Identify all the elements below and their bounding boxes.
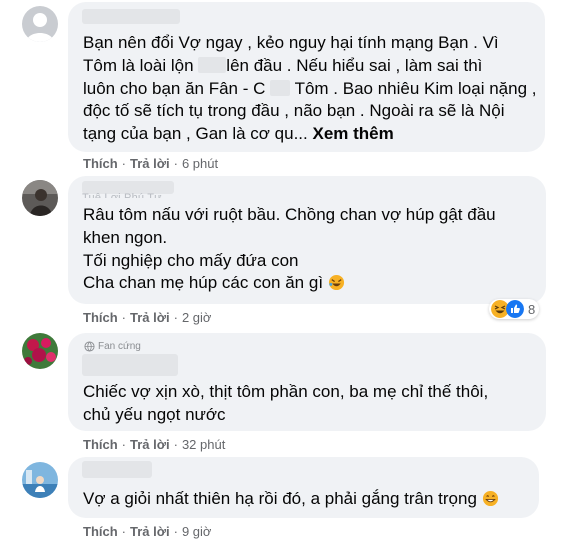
comment-text: Bạn nên đổi Vợ ngay , kẻo nguy hại tính …	[83, 33, 537, 144]
like-reaction-icon	[506, 300, 524, 318]
avatar-user[interactable]	[22, 333, 58, 369]
fan-badge: Fan cứng	[84, 341, 141, 352]
reply-link[interactable]: Trả lời	[130, 156, 170, 171]
redacted-author-name	[82, 461, 152, 478]
redacted-word	[198, 56, 227, 73]
comment-actions: Thích · Trả lời · 2 giờ	[83, 310, 212, 325]
avatar-default[interactable]	[22, 6, 58, 42]
user-photo-icon	[22, 180, 58, 216]
comment-text: Râu tôm nấu với ruột bầu. Chồng chan vợ …	[83, 205, 496, 293]
comment-actions: Thích · Trả lời · 6 phút	[83, 156, 219, 171]
comment-text: Chiếc vợ xịn xò, thịt tôm phần con, ba m…	[83, 382, 489, 424]
user-photo-icon	[22, 462, 58, 498]
grinning-emoji-icon	[482, 490, 498, 507]
timestamp[interactable]: 32 phút	[182, 437, 225, 452]
globe-icon	[84, 341, 95, 352]
default-user-icon	[22, 6, 58, 42]
timestamp[interactable]: 2 giờ	[182, 310, 212, 325]
comment-thread: Bạn nên đổi Vợ ngay , kẻo nguy hại tính …	[0, 0, 580, 549]
avatar-user[interactable]	[22, 462, 58, 498]
user-photo-icon	[22, 333, 58, 369]
avatar-user[interactable]	[22, 180, 58, 216]
timestamp[interactable]: 6 phút	[182, 156, 218, 171]
like-link[interactable]: Thích	[83, 437, 118, 452]
reply-link[interactable]: Trả lời	[130, 437, 170, 452]
rofl-emoji-icon	[328, 275, 344, 291]
reaction-count: 8	[528, 301, 536, 317]
faded-author-name: Tuệ Lợi Phú Tư	[82, 192, 162, 198]
reaction-summary[interactable]: 8	[489, 299, 540, 319]
like-link[interactable]: Thích	[83, 310, 118, 325]
redacted-author-name	[82, 9, 180, 24]
comment-actions: Thích · Trả lời · 9 giờ	[83, 524, 212, 539]
reply-link[interactable]: Trả lời	[130, 524, 170, 539]
reply-link[interactable]: Trả lời	[130, 310, 170, 325]
redacted-author-name	[82, 354, 178, 376]
like-link[interactable]: Thích	[83, 524, 118, 539]
comment-text: Vợ a giỏi nhất thiên hạ rồi đó, a phải g…	[83, 488, 533, 511]
redacted-word	[270, 79, 291, 96]
like-link[interactable]: Thích	[83, 156, 118, 171]
see-more-link[interactable]: Xem thêm	[312, 124, 393, 143]
comment-actions: Thích · Trả lời · 32 phút	[83, 437, 226, 452]
timestamp[interactable]: 9 giờ	[182, 524, 212, 539]
